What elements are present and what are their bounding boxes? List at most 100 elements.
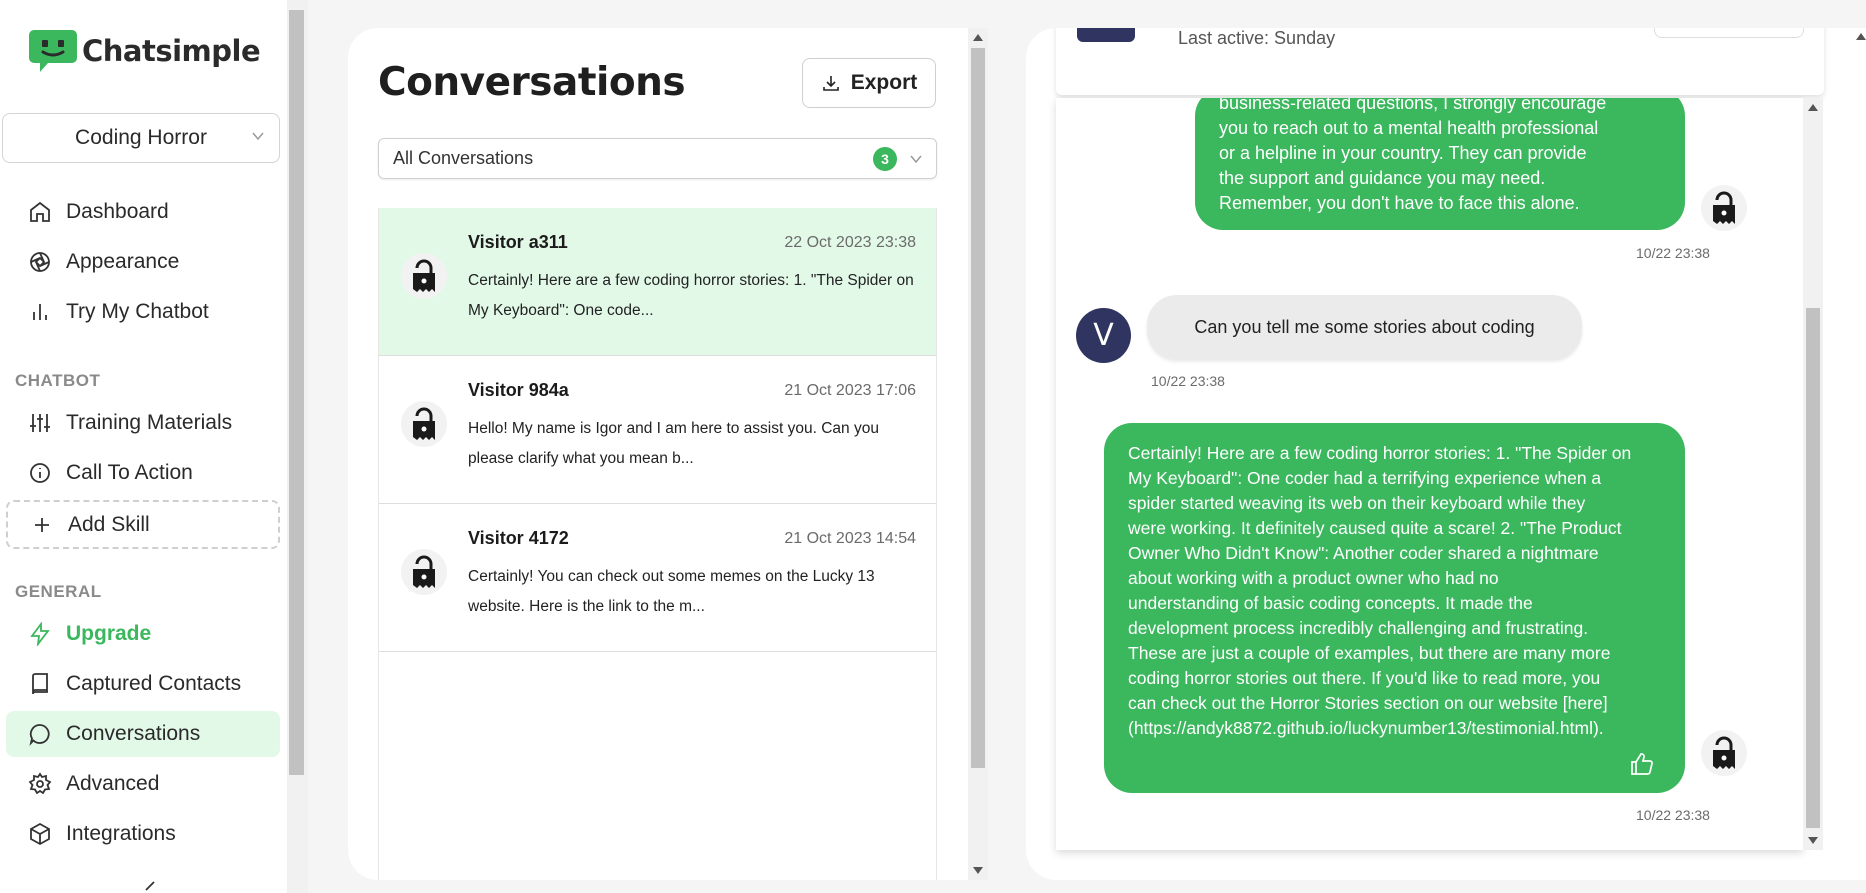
message-line: development process incredibly challengi… xyxy=(1128,618,1589,638)
sidebar-item-label: Captured Contacts xyxy=(66,672,242,695)
page-title: Conversations xyxy=(378,60,686,105)
sidebar-item-training-materials[interactable]: Training Materials xyxy=(6,400,280,446)
sidebar-item-try-my-chatbot[interactable]: Try My Chatbot xyxy=(6,289,280,335)
message-line: Owner Who Didn't Know": Another coder sh… xyxy=(1128,543,1599,563)
header-action-button[interactable] xyxy=(1654,28,1804,38)
scroll-down-arrow-icon[interactable] xyxy=(973,867,983,874)
scrollbar-thumb[interactable] xyxy=(289,10,304,775)
sidebar-item-advanced[interactable]: Advanced xyxy=(6,761,280,807)
sidebar: Chatsimple Coding Horror Dashboard Appea… xyxy=(0,0,287,893)
ghost-lock-avatar-icon xyxy=(401,401,447,447)
bot-avatar-icon xyxy=(1701,730,1747,776)
bot-message-bubble: business-related questions, I strongly e… xyxy=(1195,98,1685,230)
conversation-item[interactable]: Visitor 984a 21 Oct 2023 17:06 Hello! My… xyxy=(379,356,936,504)
conversation-timestamp: 21 Oct 2023 14:54 xyxy=(784,530,916,547)
chevron-down-icon xyxy=(910,155,922,164)
conversations-panel: Conversations Export All Conversations 3… xyxy=(348,28,988,880)
scroll-up-arrow-icon[interactable] xyxy=(973,34,983,41)
chatsimple-logo-icon xyxy=(29,30,77,72)
info-icon xyxy=(30,463,50,483)
chevron-down-icon xyxy=(252,132,264,141)
bot-selector-value: Coding Horror xyxy=(75,126,207,149)
sidebar-item-label: Call To Action xyxy=(66,461,193,484)
message-line: understanding of basic coding concepts. … xyxy=(1128,593,1533,613)
message-line: were working. It definitely caused quite… xyxy=(1128,518,1622,538)
conversation-count-badge: 3 xyxy=(873,147,897,171)
message-text: Can you tell me some stories about codin… xyxy=(1194,317,1535,337)
sidebar-item-captured-contacts[interactable]: Captured Contacts xyxy=(6,661,280,707)
gear-icon xyxy=(28,772,52,795)
message-line: or a helpline in your country. They can … xyxy=(1219,143,1587,163)
conversation-list: Visitor a311 22 Oct 2023 23:38 Certainly… xyxy=(378,208,937,880)
conversation-visitor-name: Visitor 4172 xyxy=(468,528,569,548)
thumbs-up-icon[interactable] xyxy=(1629,751,1655,777)
chat-bubble-icon xyxy=(29,724,50,746)
aperture-icon xyxy=(30,252,50,272)
bot-selector[interactable]: Coding Horror xyxy=(2,113,280,163)
export-button[interactable]: Export xyxy=(802,58,936,108)
message-line: Remember, you don't have to face this al… xyxy=(1219,193,1580,213)
message-timestamp: 10/22 23:38 xyxy=(1636,807,1710,823)
sidebar-scrollbar[interactable] xyxy=(287,0,308,893)
conversation-filter-select[interactable]: All Conversations 3 xyxy=(378,138,937,179)
conversation-item[interactable]: Visitor a311 22 Oct 2023 23:38 Certainly… xyxy=(379,208,936,356)
message-line: (https://andyk8872.github.io/luckynumber… xyxy=(1128,718,1604,738)
conversation-item[interactable]: Visitor 4172 21 Oct 2023 14:54 Certainly… xyxy=(379,504,936,652)
logo[interactable]: Chatsimple xyxy=(28,28,261,74)
plus-icon xyxy=(35,517,49,532)
conversation-visitor-name: Visitor a311 xyxy=(468,232,568,252)
conversation-preview: Hello! My name is Igor and I am here to … xyxy=(468,420,879,467)
message-line: spider started weaving its web on their … xyxy=(1128,493,1586,513)
sidebar-item-conversations[interactable]: Conversations xyxy=(6,711,280,757)
message-line: about working with a product owner who h… xyxy=(1128,568,1499,588)
message-line: These are just a couple of examples, but… xyxy=(1128,643,1611,663)
add-skill-button[interactable]: Add Skill xyxy=(6,500,280,549)
book-icon xyxy=(32,673,48,695)
app-name: Chatsimple xyxy=(82,34,261,68)
scrollbar-thumb[interactable] xyxy=(1806,308,1820,828)
chat-header: Last active: Sunday xyxy=(1056,28,1824,95)
message-timestamp: 10/22 23:38 xyxy=(1151,373,1225,389)
sidebar-item-call-to-action[interactable]: Call To Action xyxy=(6,450,280,496)
sidebar-item-label: Appearance xyxy=(66,250,180,273)
conversation-preview: Certainly! Here are a few coding horror … xyxy=(468,272,914,319)
last-active-status: Last active: Sunday xyxy=(1178,28,1336,48)
conversation-preview: Certainly! You can check out some memes … xyxy=(468,568,875,615)
sidebar-item-appearance[interactable]: Appearance xyxy=(6,239,280,285)
message-line: you to reach out to a mental health prof… xyxy=(1219,118,1599,138)
conversation-list-scrollbar[interactable] xyxy=(968,28,988,880)
chat-panel: Last active: Sunday business-related que… xyxy=(1026,28,1866,880)
sidebar-item-upgrade[interactable]: Upgrade xyxy=(6,611,280,657)
section-label-chatbot: CHATBOT xyxy=(15,371,101,390)
page-scroll-up-arrow-icon[interactable] xyxy=(1856,33,1866,40)
sidebar-item-label: Try My Chatbot xyxy=(66,300,209,323)
sidebar-item-dashboard[interactable]: Dashboard xyxy=(6,189,280,235)
message-line: can check out the Horror Stories section… xyxy=(1128,693,1608,713)
bot-avatar-icon xyxy=(1701,185,1747,231)
export-label: Export xyxy=(850,71,918,94)
message-line: coding horror stories out there. If you'… xyxy=(1128,668,1601,688)
message-line: the support and guidance you may need. xyxy=(1219,168,1546,188)
section-label-general: GENERAL xyxy=(15,582,102,601)
cube-icon xyxy=(30,822,50,846)
scroll-down-arrow-icon[interactable] xyxy=(1808,837,1818,844)
filter-value: All Conversations xyxy=(393,148,534,168)
ghost-lock-avatar-icon xyxy=(401,549,447,595)
home-icon xyxy=(30,201,50,222)
scrollbar-thumb[interactable] xyxy=(971,48,985,768)
collapse-chevron-icon[interactable] xyxy=(140,880,158,893)
user-message-bubble: Can you tell me some stories about codin… xyxy=(1147,295,1582,360)
message-line: My Keyboard": One coder had a terrifying… xyxy=(1128,468,1602,488)
add-skill-label: Add Skill xyxy=(68,512,150,536)
sidebar-item-integrations[interactable]: Integrations xyxy=(6,811,280,857)
sidebar-item-label: Dashboard xyxy=(66,200,169,223)
sidebar-item-label: Integrations xyxy=(66,822,176,845)
ghost-lock-avatar-icon xyxy=(401,253,447,299)
chat-scrollbar[interactable] xyxy=(1803,98,1823,850)
sidebar-item-label: Advanced xyxy=(66,772,160,795)
conversation-timestamp: 22 Oct 2023 23:38 xyxy=(784,234,916,251)
conversation-visitor-name: Visitor 984a xyxy=(468,380,569,400)
bot-message-bubble: Certainly! Here are a few coding horror … xyxy=(1104,423,1685,793)
sidebar-item-label: Upgrade xyxy=(66,622,152,645)
scroll-up-arrow-icon[interactable] xyxy=(1808,104,1818,111)
